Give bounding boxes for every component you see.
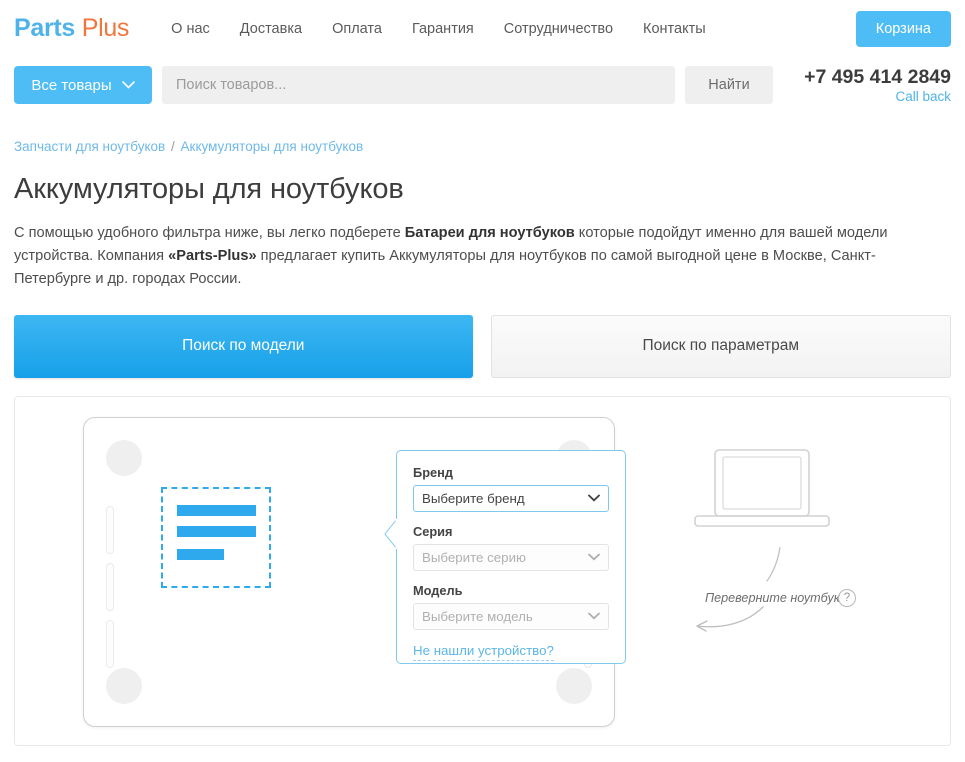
popover-beak-icon	[384, 519, 397, 549]
nav-item-warranty[interactable]: Гарантия	[412, 21, 474, 37]
model-field-label: Модель	[413, 583, 609, 598]
nav-item-cooperation[interactable]: Сотрудничество	[504, 21, 613, 37]
nav-item-about[interactable]: О нас	[171, 21, 210, 37]
chevron-down-icon	[588, 494, 600, 502]
breadcrumb-parent[interactable]: Запчасти для ноутбуков	[14, 139, 165, 154]
nav-item-contacts[interactable]: Контакты	[643, 21, 706, 37]
breadcrumb-separator: /	[171, 139, 175, 154]
chevron-down-icon	[588, 612, 600, 620]
logo-word-plus: Plus	[82, 14, 129, 42]
search-bar: Все товары Найти +7 495 414 2849 Call ba…	[0, 57, 965, 113]
desc-highlight-company: «Parts-Plus»	[168, 248, 256, 264]
contact-phone-block: +7 495 414 2849 Call back	[803, 66, 951, 105]
laptop-foot-icon	[556, 668, 592, 704]
desc-segment-1: С помощью удобного фильтра ниже, вы легк…	[14, 225, 405, 241]
logo-word-parts: Parts	[14, 14, 75, 42]
series-field-label: Серия	[413, 524, 609, 539]
site-logo[interactable]: Parts Plus	[14, 14, 129, 43]
model-selection-popover: Бренд Выберите бренд Серия Выберите сери…	[396, 450, 626, 664]
model-select-value: Выберите модель	[422, 609, 533, 624]
brand-select[interactable]: Выберите бренд	[413, 485, 609, 512]
tab-search-by-parameters[interactable]: Поиск по параметрам	[491, 315, 952, 378]
nav-item-payment[interactable]: Оплата	[332, 21, 382, 37]
tab-search-by-model[interactable]: Поиск по модели	[14, 315, 473, 378]
device-not-found-link[interactable]: Не нашли устройство?	[413, 643, 554, 661]
desc-highlight-batteries: Батареи для ноутбуков	[405, 225, 575, 241]
laptop-vent-icon	[106, 620, 114, 668]
laptop-foot-icon	[106, 440, 142, 476]
search-input[interactable]	[162, 66, 675, 104]
page-content: Запчасти для ноутбуков / Аккумуляторы дл…	[0, 139, 965, 291]
laptop-icon	[687, 445, 837, 535]
search-mode-tabs: Поиск по модели Поиск по параметрам	[0, 315, 965, 378]
breadcrumb: Запчасти для ноутбуков / Аккумуляторы дл…	[14, 139, 951, 154]
model-label-sticker-icon	[161, 487, 271, 588]
brand-field-label: Бренд	[413, 465, 609, 480]
sticker-line-icon	[177, 549, 224, 560]
sticker-line-icon	[177, 526, 256, 537]
flip-laptop-hint: Переверните ноутбук ?	[675, 547, 885, 637]
laptop-vent-icon	[106, 563, 114, 611]
all-categories-label: Все товары	[31, 77, 111, 94]
cart-button[interactable]: Корзина	[856, 11, 951, 47]
laptop-foot-icon	[106, 668, 142, 704]
chevron-down-icon	[122, 81, 135, 89]
sticker-line-icon	[177, 505, 256, 516]
page-description: С помощью удобного фильтра ниже, вы легк…	[14, 222, 924, 291]
help-icon[interactable]: ?	[838, 589, 856, 607]
series-select-value: Выберите серию	[422, 550, 526, 565]
model-finder-card: Бренд Выберите бренд Серия Выберите сери…	[14, 396, 951, 746]
model-select[interactable]: Выберите модель	[413, 603, 609, 630]
main-navigation: О нас Доставка Оплата Гарантия Сотруднич…	[171, 21, 856, 37]
laptop-vent-icon	[106, 506, 114, 554]
call-back-link[interactable]: Call back	[803, 89, 951, 105]
nav-item-delivery[interactable]: Доставка	[240, 21, 302, 37]
series-select[interactable]: Выберите серию	[413, 544, 609, 571]
breadcrumb-current[interactable]: Аккумуляторы для ноутбуков	[181, 139, 364, 154]
laptop-underside-illustration: Бренд Выберите бренд Серия Выберите сери…	[83, 417, 615, 727]
phone-number[interactable]: +7 495 414 2849	[803, 66, 951, 88]
chevron-down-icon	[588, 553, 600, 561]
page-title: Аккумуляторы для ноутбуков	[14, 173, 951, 206]
all-categories-dropdown[interactable]: Все товары	[14, 66, 152, 104]
hint-label: Переверните ноутбук	[705, 591, 840, 605]
site-header: Parts Plus О нас Доставка Оплата Гаранти…	[0, 0, 965, 57]
search-submit-button[interactable]: Найти	[685, 66, 773, 104]
brand-select-value: Выберите бренд	[422, 491, 525, 506]
